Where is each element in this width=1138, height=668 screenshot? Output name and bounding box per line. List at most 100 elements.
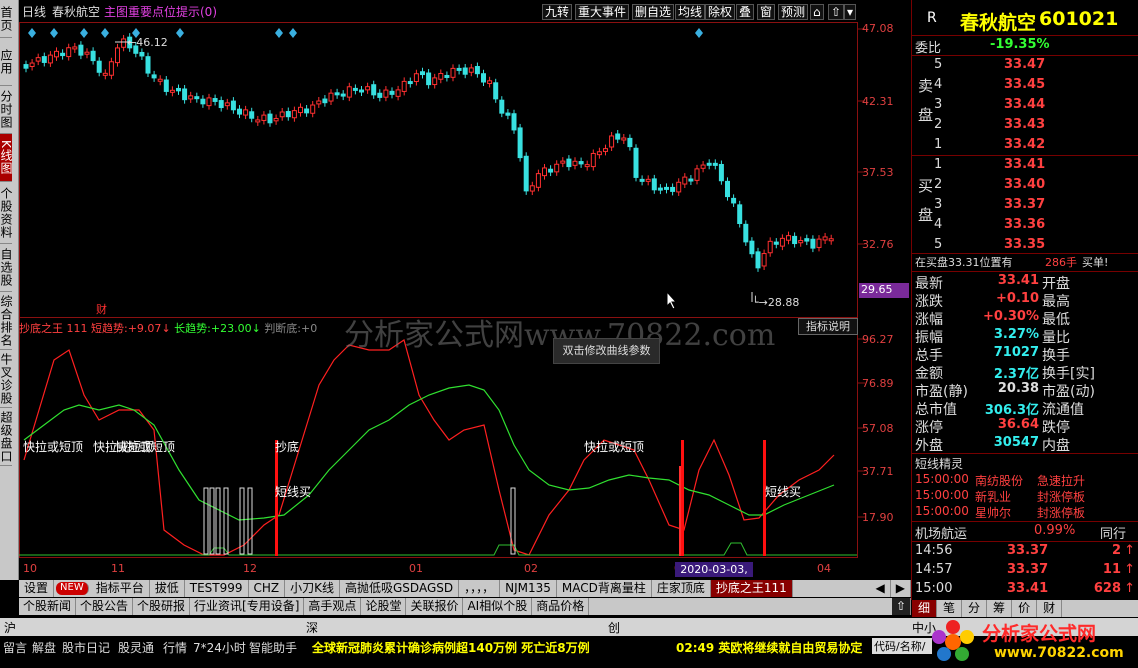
event-diamond-icon[interactable] <box>176 28 184 38</box>
news-tab[interactable]: 行业资讯[专用设备] <box>190 598 305 615</box>
indicator-tab[interactable]: NEW <box>56 582 89 595</box>
news-tab[interactable]: 个股新闻 <box>19 598 77 615</box>
sidebar-item-1[interactable]: 应用 <box>0 38 13 86</box>
bid-row[interactable]: 4 33.36 <box>912 217 1138 235</box>
tab-left-arrow-icon[interactable]: ◀ <box>871 580 891 597</box>
left-sidebar: 首页 应用分时图 K线图个股资料自选股 综合排名 牛叉诊股 超级盘口 <box>0 0 19 580</box>
sidebar-item-8[interactable]: 超级盘口 <box>0 408 13 466</box>
candle-body <box>725 180 730 198</box>
ask-row[interactable]: 2 33.43 <box>912 117 1138 135</box>
candle-body <box>218 100 224 109</box>
buy-note-qty: 286手 <box>1045 256 1077 269</box>
tick-time: 14:56 <box>915 543 953 558</box>
status-button[interactable]: 智能助手 <box>249 639 297 656</box>
ask-row[interactable]: 4 33.45 <box>912 77 1138 95</box>
indicator-tab[interactable]: TEST999 <box>185 580 249 597</box>
candle-body <box>102 72 108 76</box>
indicator-tab[interactable]: 庄家顶底 <box>652 580 711 597</box>
event-diamond-icon[interactable] <box>50 28 58 38</box>
indicator-tab[interactable]: MACD背离量柱 <box>557 580 652 597</box>
indicator-name: 抄底之王 <box>19 322 63 335</box>
indicator-tab[interactable]: ，，，， <box>459 580 501 597</box>
candle-body <box>450 67 456 78</box>
tab-right-arrow-icon[interactable]: ▶ <box>891 580 911 597</box>
sidebar-item-3[interactable]: K线图 <box>0 134 13 182</box>
kline-chart-area[interactable]: 日线 春秋航空 主图重要点位提示(0) 九转 重大事件 删自选 均线 除权叠窗预测 ⌂ … <box>19 0 911 591</box>
news-tab[interactable]: AI相似个股 <box>463 598 533 615</box>
news-ticker-2[interactable]: 02:49 英欧将继续就自由贸易协定 <box>676 639 862 656</box>
indicator-tab[interactable]: NJM135 <box>500 580 557 597</box>
sidebar-label: 个股资料 <box>0 186 13 239</box>
ask-row[interactable]: 5 33.47 <box>912 57 1138 75</box>
search-input[interactable]: 代码/名称/ <box>872 638 932 654</box>
indicator-tab[interactable]: 小刀K线 <box>285 580 340 597</box>
candle-body <box>237 108 242 115</box>
status-button[interactable]: 留言 <box>3 639 27 656</box>
stat-value: +0.30% <box>983 309 1039 324</box>
sector-pct: 0.99% <box>1034 523 1076 538</box>
candle-body <box>84 51 90 55</box>
buy-note-row: 在买盘33.31位置有 286手 买单! <box>912 254 1138 272</box>
bid-level: 4 <box>934 217 943 232</box>
indicator-tab[interactable]: 指标平台 <box>91 580 150 597</box>
sidebar-item-0[interactable]: 首页 <box>0 0 13 38</box>
signal-label: 快拉或短顶 <box>115 439 175 454</box>
sh-index[interactable]: 沪 <box>4 619 16 636</box>
event-diamond-icon[interactable] <box>695 28 703 38</box>
bid-level: 1 <box>934 157 943 172</box>
sidebar-item-2[interactable]: 分时图 <box>0 86 13 134</box>
sprite-title[interactable]: 短线精灵 <box>915 455 963 472</box>
ask-row[interactable]: 1 33.42 <box>912 137 1138 155</box>
sz-index[interactable]: 深 <box>306 619 318 636</box>
indicator-tab[interactable]: CHZ <box>249 580 286 597</box>
event-diamond-icon[interactable] <box>289 28 297 38</box>
sprite-row[interactable]: 15:00:00 星帅尔 封涨停板 <box>912 504 1138 522</box>
indicator-info-button[interactable]: 指标说明 <box>798 318 858 335</box>
sprite-stock: 南纺股份 <box>975 474 1024 488</box>
status-button[interactable]: 7*24小时 <box>193 639 246 656</box>
news-tab[interactable]: 个股研报 <box>133 598 191 615</box>
event-diamond-icon[interactable] <box>101 28 109 38</box>
sidebar-item-7[interactable]: 牛叉诊股 <box>0 350 13 408</box>
sidebar-label: 分时图 <box>0 90 13 129</box>
finance-marker[interactable]: 财 <box>96 302 107 316</box>
event-diamond-icon[interactable] <box>275 28 283 38</box>
news-tab[interactable]: 高手观点 <box>304 598 362 615</box>
news-tab[interactable]: 个股公告 <box>76 598 134 615</box>
candle-body <box>603 148 608 152</box>
event-diamond-icon[interactable] <box>80 28 88 38</box>
sidebar-item-6[interactable]: 综合排名 <box>0 292 13 350</box>
news-ticker[interactable]: 全球新冠肺炎累计确诊病例超140万例 死亡近8万例 <box>312 639 590 656</box>
ask-row[interactable]: 3 33.44 <box>912 97 1138 115</box>
candle-body <box>60 52 66 57</box>
indicator-tab[interactable]: 抄底之王111 <box>710 580 793 597</box>
chart-canvas[interactable]: ←46.12└→28.88财快拉或短顶 快拉或短顶快拉或短顶 抄底短线买快拉或短顶短… <box>19 0 911 580</box>
news-tab[interactable]: 论股堂 <box>361 598 407 615</box>
indicator-tab[interactable]: 高抛低吸GSDAGSD <box>340 580 460 597</box>
bid-row[interactable]: 2 33.40 <box>912 177 1138 195</box>
sector-row[interactable]: 机场航运 0.99% 同行 <box>912 523 1138 542</box>
indicator-tab[interactable]: 拔低 <box>150 580 185 597</box>
sidebar-item-5[interactable]: 自选股 <box>0 244 13 292</box>
status-button[interactable]: 股灵通 <box>118 639 154 656</box>
sprite-stock: 新乳业 <box>975 490 1012 504</box>
bid-row[interactable]: 1 33.41 <box>912 157 1138 175</box>
cy-index[interactable]: 创 <box>608 619 620 636</box>
sidebar-item-4[interactable]: 个股资料 <box>0 182 13 244</box>
candle-body <box>29 62 35 68</box>
status-button[interactable]: 行情 <box>163 639 187 656</box>
candle-body <box>548 168 554 173</box>
status-button[interactable]: 股市日记 <box>62 639 110 656</box>
status-button[interactable]: 解盘 <box>32 639 56 656</box>
indicator-tab[interactable]: 设置 <box>19 580 55 597</box>
tick-row: 15:00 33.41 628 ↑ <box>912 581 1138 599</box>
bid-row[interactable]: 3 33.37 <box>912 197 1138 215</box>
news-tab[interactable]: 关联报价 <box>406 598 464 615</box>
collapse-up-icon[interactable]: ⇧ <box>891 598 911 615</box>
candle-body <box>474 66 480 75</box>
candle-body <box>151 74 157 79</box>
stat-label-2: 市盈(动) <box>1042 384 1095 400</box>
news-tab[interactable]: 商品价格 <box>532 598 590 615</box>
candle-body <box>718 163 724 182</box>
event-diamond-icon[interactable] <box>28 28 36 38</box>
